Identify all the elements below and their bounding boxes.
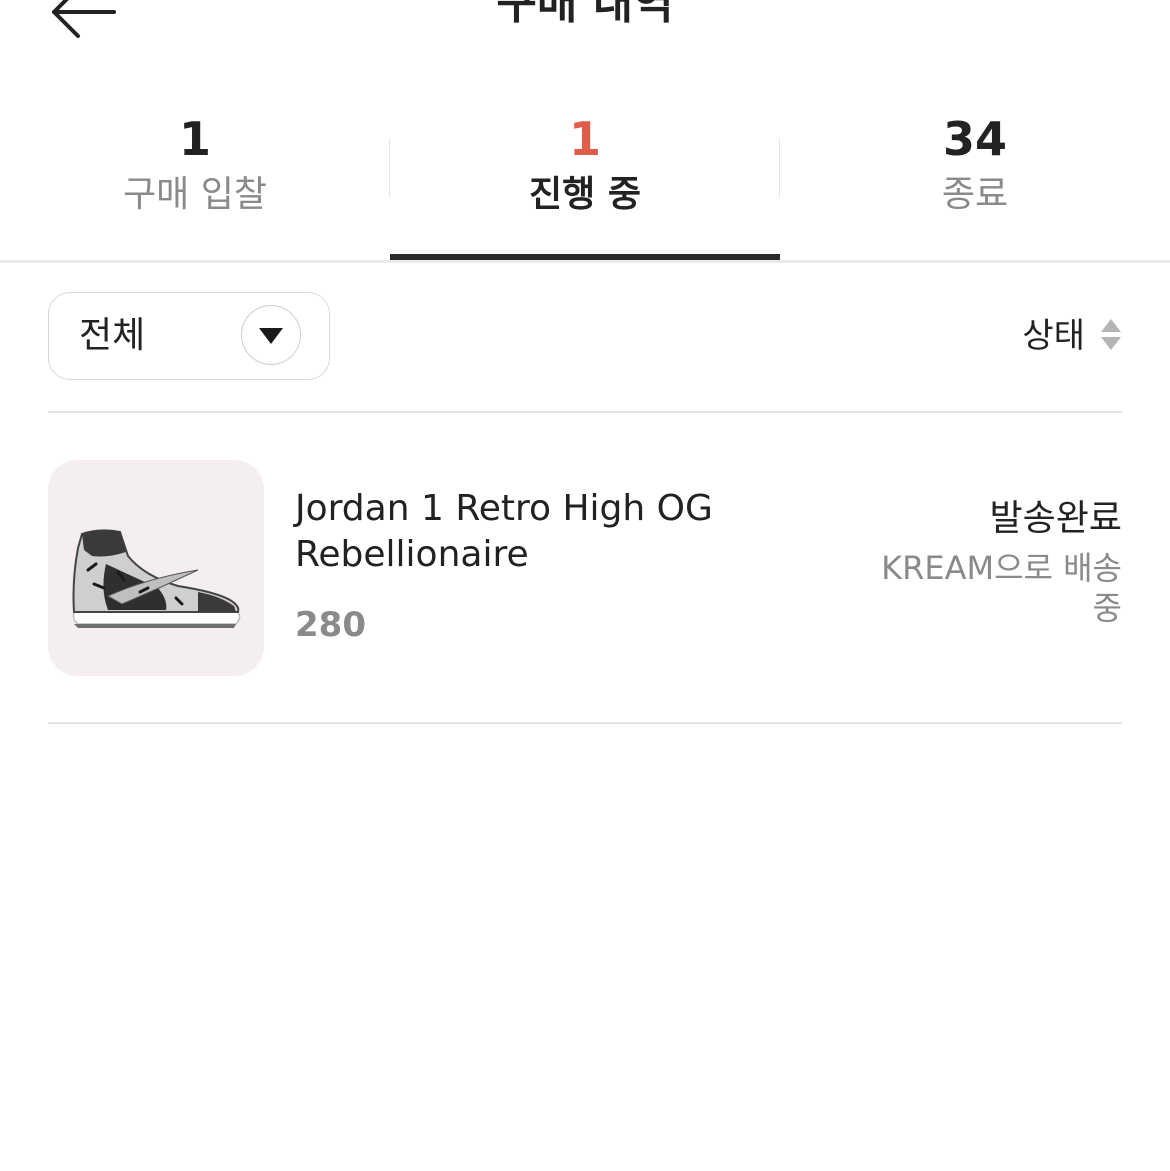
status-badge: 발송완료 bbox=[989, 498, 1122, 539]
product-image bbox=[48, 460, 264, 676]
product-size: 280 bbox=[295, 605, 366, 645]
tab-count: 34 bbox=[942, 112, 1007, 166]
list-bottom-divider bbox=[48, 722, 1122, 724]
tab-in-progress[interactable]: 1 진행 중 bbox=[390, 100, 780, 260]
sneaker-icon bbox=[72, 529, 241, 628]
list-item[interactable]: Jordan 1 Retro High OG Rebellionaire 280… bbox=[48, 412, 1122, 723]
tab-count: 1 bbox=[568, 112, 601, 166]
sort-label: 상태 bbox=[1022, 316, 1085, 356]
tab-count: 1 bbox=[178, 112, 211, 166]
product-name: Jordan 1 Retro High OG Rebellionaire bbox=[295, 488, 713, 575]
top-bar: 구매 내역 bbox=[0, 0, 1170, 60]
tab-label: 구매 입찰 bbox=[123, 174, 267, 215]
page-title: 구매 내역 bbox=[496, 0, 674, 29]
sort-button[interactable]: 상태 bbox=[1022, 312, 1122, 362]
tab-label: 진행 중 bbox=[529, 174, 641, 215]
tab-bidding[interactable]: 1 구매 입찰 bbox=[0, 100, 390, 257]
filter-selected-value: 전체 bbox=[79, 315, 146, 356]
status-tabs: 1 구매 입찰 1 진행 중 34 종료 bbox=[0, 100, 1170, 263]
filter-dropdown[interactable]: 전체 bbox=[48, 292, 330, 380]
sort-icon bbox=[1100, 319, 1122, 353]
status-detail: KREAM으로 배송 중 bbox=[881, 549, 1122, 627]
tab-label: 종료 bbox=[941, 174, 1009, 215]
tab-finished[interactable]: 34 종료 bbox=[780, 100, 1170, 257]
chevron-down-icon bbox=[241, 305, 301, 365]
